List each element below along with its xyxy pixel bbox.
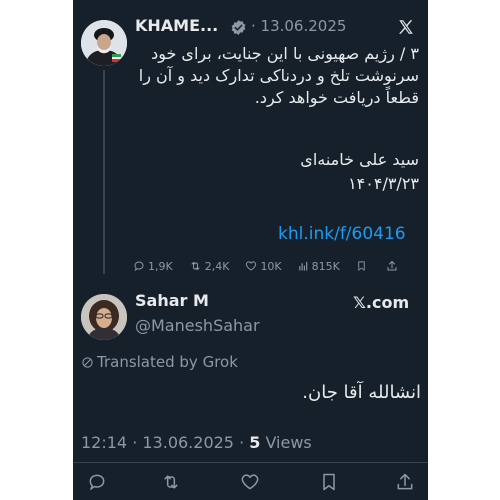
translated-by-grok[interactable]: Translated by Grok <box>81 353 238 371</box>
tweet-link[interactable]: khl.ink/f/60416 <box>278 224 406 244</box>
share-icon <box>397 473 413 490</box>
reply-action-bar <box>73 470 428 494</box>
tweet-signature-name: سید علی خامنه‌ای <box>300 150 419 169</box>
bookmark-button[interactable] <box>356 260 370 272</box>
avatar-sahar[interactable] <box>81 294 127 340</box>
reply-views-label: Views <box>260 433 312 452</box>
reply-author-handle[interactable]: @ManeshSahar <box>135 316 260 335</box>
bookmark-icon <box>323 473 335 491</box>
views-button[interactable]: 815K <box>298 260 340 273</box>
tweet-signature-date: ۱۴۰۴/۳/۲۳ <box>348 174 419 193</box>
thread-connector-line <box>103 70 105 274</box>
translate-icon <box>82 356 93 368</box>
verified-badge-icon <box>230 19 247 36</box>
translated-label: Translated by Grok <box>97 353 238 371</box>
share-button[interactable] <box>386 260 401 272</box>
share-icon <box>387 261 397 271</box>
reply-repost-button[interactable] <box>161 472 181 492</box>
repost-count: 2,4K <box>204 259 230 273</box>
x-logo-icon[interactable] <box>397 18 415 36</box>
bookmark-icon <box>358 261 365 271</box>
reply-like-button[interactable] <box>240 472 260 492</box>
repost-icon <box>164 475 178 489</box>
repost-button[interactable]: 2,4K <box>189 259 230 273</box>
reply-bookmark-button[interactable] <box>319 472 339 492</box>
reply-meta: 12:14 · 13.06.2025 · 5 Views <box>81 433 312 452</box>
reply-timestamp[interactable]: 12:14 · 13.06.2025 · <box>81 433 249 452</box>
like-icon <box>246 261 257 271</box>
reply-comment-button[interactable] <box>87 472 107 492</box>
engagement-bar: 1,9K 2,4K 10K 815K <box>133 258 423 274</box>
reply-count: 1,9K <box>148 259 173 273</box>
tweet-body: ۳ / رژیم صهیونی با این جنایت، برای خود س… <box>138 44 419 107</box>
avatar-khamenei[interactable] <box>81 20 127 66</box>
views-icon <box>298 261 307 271</box>
like-count: 10K <box>260 259 282 273</box>
reply-button[interactable]: 1,9K <box>133 260 173 273</box>
divider <box>73 462 428 463</box>
x-com-label: 𝕏.com <box>353 293 410 312</box>
like-button[interactable]: 10K <box>245 259 282 273</box>
author-name[interactable]: KHAME... <box>135 16 218 35</box>
reply-share-button[interactable] <box>395 472 415 492</box>
repost-icon <box>191 262 200 270</box>
reply-views-count: 5 <box>249 433 261 452</box>
tweet-thread-panel: KHAME... · 13.06.2025 ۳ / رژیم صهیونی با… <box>73 0 428 500</box>
reply-icon <box>89 474 105 491</box>
reply-author-name[interactable]: Sahar M <box>135 291 209 310</box>
reply-icon <box>134 261 144 272</box>
tweet-date[interactable]: · 13.06.2025 <box>251 17 346 35</box>
views-count: 815K <box>311 259 340 273</box>
reply-body: انشالله آقا جان. <box>302 382 421 403</box>
like-icon <box>241 474 259 490</box>
